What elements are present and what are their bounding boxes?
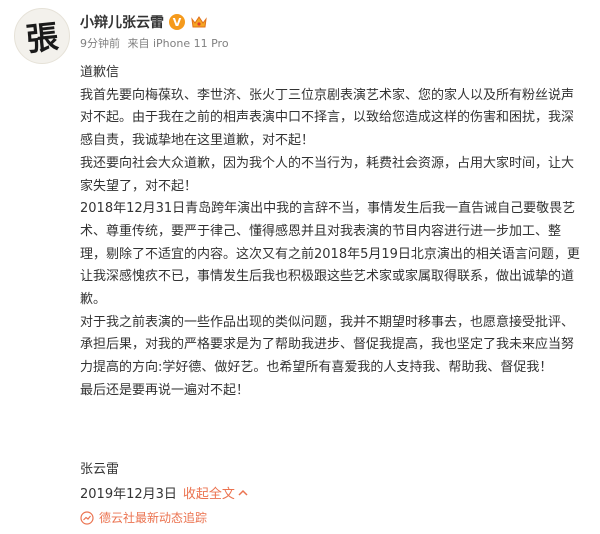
avatar-calligraphy: 張 [24, 17, 61, 59]
paragraph: 我首先要向梅葆玖、李世济、张火丁三位京剧表演艺术家、您的家人以及所有粉丝说声对不… [80, 87, 575, 149]
topic-tracker-link[interactable]: 德云社最新动态追踪 [80, 509, 207, 526]
letter-date: 2019年12月3日 [80, 487, 177, 502]
paragraph: 2018年12月31日青岛跨年演出中我的言辞不当，事情发生后我一直告诫自己要敬畏… [80, 201, 580, 308]
footer-row: 2019年12月3日 收起全文 [80, 483, 248, 502]
user-name[interactable]: 小辩儿张云雷 [80, 12, 164, 32]
chevron-up-icon [238, 489, 248, 496]
post-source: 来自 iPhone 11 Pro [127, 37, 229, 50]
crown-icon[interactable] [190, 14, 208, 30]
signature: 张云雷 [80, 462, 120, 477]
post-meta: 9分钟前 来自 iPhone 11 Pro [80, 35, 229, 51]
tracker-label: 德云社最新动态追踪 [99, 511, 208, 525]
paragraph: 对于我之前表演的一些作品出现的类似问题，我并不期望时移事去，也愿意接受批评、承担… [80, 314, 575, 376]
collapse-full-text-button[interactable]: 收起全文 [183, 483, 248, 502]
post-time[interactable]: 9分钟前 [80, 37, 120, 50]
paragraph: 最后还是要再说一遍对不起！ [80, 382, 250, 398]
letter-title: 道歉信 [80, 65, 120, 80]
post-content: 道歉信 我首先要向梅葆玖、李世济、张火丁三位京剧表演艺术家、您的家人以及所有粉丝… [80, 62, 585, 403]
trend-icon [80, 510, 94, 525]
paragraph: 我还要向社会大众道歉，因为我个人的不当行为，耗费社会资源，占用大家时间，让大家失… [80, 155, 575, 194]
collapse-label: 收起全文 [182, 487, 235, 502]
verified-badge-icon[interactable]: V [169, 14, 185, 30]
post-header: 小辩儿张云雷 V [80, 12, 208, 32]
avatar[interactable]: 張 [14, 8, 70, 64]
